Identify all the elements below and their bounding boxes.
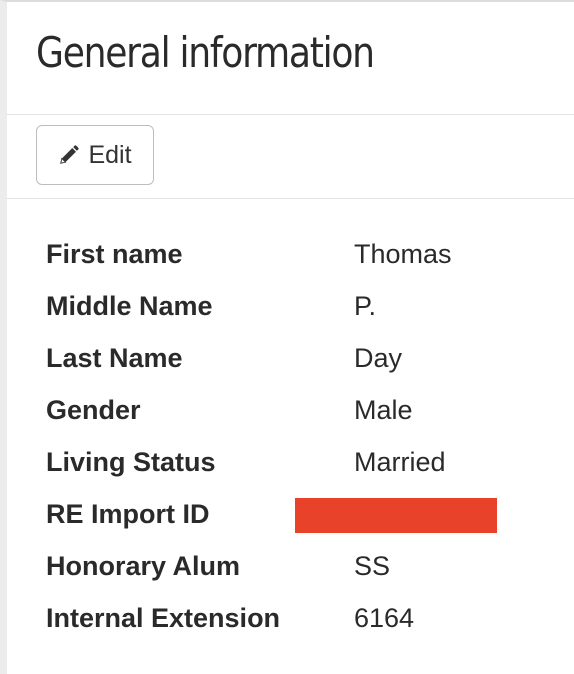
detail-row-honorary-alum: Honorary Alum SS — [46, 551, 566, 603]
detail-label: Internal Extension — [46, 603, 281, 633]
detail-value: Thomas — [354, 239, 452, 269]
detail-label: Middle Name — [46, 291, 213, 321]
panel-heading: General information — [7, 2, 574, 115]
detail-label: Living Status — [46, 447, 216, 477]
detail-row-middle-name: Middle Name P. — [46, 291, 566, 343]
detail-label: First name — [46, 239, 183, 269]
detail-label: Last Name — [46, 343, 183, 373]
detail-value: Male — [354, 395, 413, 425]
detail-label: RE Import ID — [46, 499, 210, 529]
detail-row-last-name: Last Name Day — [46, 343, 566, 395]
detail-value: 6164 — [354, 603, 415, 633]
detail-row-living-status: Living Status Married — [46, 447, 566, 499]
detail-row-first-name: First name Thomas — [46, 239, 566, 291]
detail-value: Married — [354, 447, 446, 477]
redaction-block — [295, 498, 497, 533]
detail-value: Day — [354, 343, 403, 373]
page-title: General information — [36, 28, 375, 77]
toolbar: Edit — [7, 114, 574, 199]
detail-value: SS — [354, 551, 391, 581]
detail-label: Honorary Alum — [46, 551, 241, 581]
edit-button-label: Edit — [88, 140, 132, 169]
pencil-icon — [58, 144, 80, 166]
detail-value: P. — [354, 291, 377, 321]
detail-row-re-import-id: RE Import ID — [46, 498, 566, 551]
detail-row-internal-extension: Internal Extension 6164 — [46, 603, 566, 655]
details-list: First name Thomas Middle Name P. Last Na… — [46, 239, 566, 655]
edit-button[interactable]: Edit — [36, 125, 154, 185]
detail-row-gender: Gender Male — [46, 395, 566, 447]
general-information-panel: General information Edit First name Thom… — [0, 0, 574, 674]
detail-label: Gender — [46, 395, 141, 425]
